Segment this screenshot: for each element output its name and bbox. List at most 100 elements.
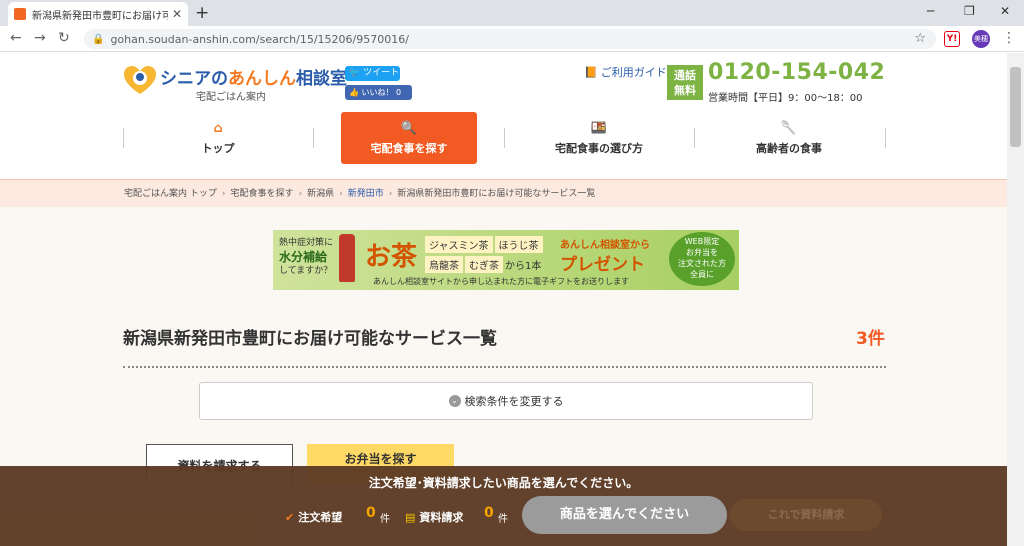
nav-item-elderly-meals[interactable]: 🥄 高齢者の食事	[694, 112, 884, 164]
tweet-label: ツイート	[363, 68, 400, 78]
check-icon: ✔	[285, 511, 295, 524]
banner-web-line2: お弁当を	[686, 248, 718, 257]
logo-heart-icon[interactable]	[124, 66, 156, 96]
browser-tab[interactable]: 新潟県新発田市豊町にお届け可能 ✕	[8, 2, 188, 26]
order-label-text: 注文希望	[298, 511, 343, 524]
spoon-icon: 🥄	[780, 120, 798, 136]
banner-tag: 烏龍茶	[425, 256, 463, 273]
order-unit: 件	[380, 514, 390, 525]
guide-link[interactable]: 📙 ご利用ガイド	[584, 64, 667, 80]
banner-left-line1: 熱中症対策に	[279, 238, 334, 248]
logo-text-soudanshitsu: 相談室	[296, 69, 347, 89]
site-logo[interactable]: シニアのあんしん相談室	[160, 64, 347, 89]
search-icon: 🔍	[400, 120, 418, 136]
address-bar[interactable]: 🔒 gohan.soudan-anshin.com/search/15/1520…	[84, 29, 936, 49]
tea-present-banner[interactable]: 熱中症対策に 水分補給 してますか？ お茶 ジャスミン茶 ほうじ茶 烏龍茶 むぎ茶か…	[273, 230, 739, 290]
page-title: 新潟県新発田市豊町にお届け可能なサービス一覧	[123, 329, 497, 349]
free-badge-line1: 通話	[674, 69, 696, 82]
banner-tea-tags: ジャスミン茶 ほうじ茶 烏龍茶 むぎ茶 から1本	[425, 236, 545, 276]
yahoo-extension-icon[interactable]: Y!	[944, 31, 960, 47]
banner-web-line1: WEB限定	[684, 237, 720, 246]
breadcrumb-chevron-icon: ›	[221, 189, 226, 199]
nav-item-top[interactable]: ⌂ トップ	[123, 112, 313, 164]
banner-web-line3: 注文された方	[678, 259, 726, 268]
phone-number[interactable]: 0120-154-042	[708, 60, 885, 85]
main-nav: ⌂ トップ 🔍 宅配食事を探す 🍱 宅配食事の選び方 🥄 高齢者の食事	[123, 112, 886, 164]
nav-item-search[interactable]: 🔍 宅配食事を探す	[341, 112, 477, 164]
document-icon: ▤	[405, 511, 416, 524]
browser-toolbar: ← → ↻ 🔒 gohan.soudan-anshin.com/search/1…	[0, 26, 1024, 52]
like-button[interactable]: 👍 いいね！ 0	[345, 85, 412, 100]
bookmark-star-icon[interactable]: ☆	[914, 31, 926, 46]
request-docs-ghost-button: これで資料請求	[730, 499, 882, 531]
reload-icon[interactable]: ↻	[58, 30, 70, 46]
back-icon[interactable]: ←	[10, 30, 22, 46]
tab-title: 新潟県新発田市豊町にお届け可能	[32, 10, 168, 22]
home-icon: ⌂	[213, 120, 223, 136]
close-tab-icon[interactable]: ✕	[172, 7, 182, 21]
guide-label: ご利用ガイド	[600, 66, 667, 79]
scrollbar-thumb[interactable]	[1010, 67, 1021, 147]
page-scrollbar[interactable]	[1007, 53, 1024, 546]
breadcrumb: 宅配ごはん案内 トップ › 宅配食事を探す › 新潟県 › 新発田市 › 新潟県新発田市豊町にお…	[124, 186, 595, 199]
breadcrumb-item[interactable]: 新発田市	[348, 189, 384, 199]
banner-ocha: お茶	[365, 242, 418, 272]
lock-icon: 🔒	[92, 33, 105, 45]
tea-bottle-icon	[339, 234, 355, 282]
banner-note: あんしん相談室サイトから申し込まれた方に電子ギフトをお送りします	[373, 277, 629, 286]
chevron-down-icon: ⌄	[448, 395, 461, 407]
change-search-button[interactable]: ⌄ 検索条件を変更する	[199, 382, 813, 420]
book-icon: 📙	[584, 66, 598, 79]
breadcrumb-chevron-icon: ›	[388, 189, 393, 199]
window-close-icon[interactable]: ✕	[1000, 4, 1010, 18]
logo-text-senior: シニアの	[160, 69, 228, 89]
restore-icon[interactable]: ❐	[964, 4, 975, 18]
browser-menu-icon[interactable]: ⋮	[1002, 30, 1016, 46]
breadcrumb-current: 新潟県新発田市豊町にお届け可能なサービス一覧	[397, 189, 596, 199]
breadcrumb-item[interactable]: 新潟県	[307, 189, 334, 199]
banner-left-text: 熱中症対策に 水分補給 してますか？	[279, 236, 333, 278]
new-tab-button[interactable]: +	[195, 3, 209, 23]
tweet-button[interactable]: 🐦 ツイート	[345, 66, 400, 81]
doc-label: ▤ 資料請求	[405, 509, 463, 525]
change-search-label: 検索条件を変更する	[464, 395, 564, 408]
banner-present: プレゼント	[560, 255, 645, 275]
nav-separator	[885, 128, 886, 148]
banner-tag-from: から1本	[505, 261, 542, 272]
minimize-icon[interactable]: ─	[927, 4, 934, 18]
favicon-icon	[14, 8, 26, 20]
nav-label: トップ	[201, 141, 235, 155]
nav-label: 高齢者の食事	[756, 141, 822, 155]
business-hours: 営業時間【平日】9：00～18：00	[708, 93, 863, 104]
result-count: 3件	[856, 329, 885, 349]
breadcrumb-item[interactable]: 宅配ごはん案内 トップ	[124, 189, 217, 199]
banner-left-line3: してますか？	[279, 266, 333, 276]
nav-label: 宅配食事を探す	[370, 141, 448, 155]
nav-label: 宅配食事の選び方	[555, 141, 643, 155]
selection-message: 注文希望･資料請求したい商品を選んでください。	[368, 476, 639, 490]
order-label: ✔ 注文希望	[285, 509, 342, 525]
doc-label-text: 資料請求	[419, 511, 464, 524]
free-badge-line2: 無料	[674, 84, 696, 97]
forward-icon[interactable]: →	[34, 30, 46, 46]
banner-web-line4: 全員に	[690, 270, 714, 279]
title-divider	[123, 366, 886, 368]
breadcrumb-chevron-icon: ›	[298, 189, 303, 199]
like-label: いいね！ 0	[361, 88, 402, 97]
browser-tab-bar: 新潟県新発田市豊町にお届け可能 ✕ + ─ ❐ ✕	[0, 0, 1024, 26]
banner-tag: ほうじ茶	[494, 236, 543, 253]
banner-tag: むぎ茶	[465, 256, 503, 273]
nav-item-howto[interactable]: 🍱 宅配食事の選び方	[504, 112, 694, 164]
breadcrumb-chevron-icon: ›	[339, 189, 343, 199]
banner-left-line2: 水分補給	[279, 250, 328, 264]
free-call-badge: 通話 無料	[667, 65, 703, 100]
doc-unit: 件	[498, 514, 508, 525]
doc-count: 0	[484, 505, 494, 521]
url-text: gohan.soudan-anshin.com/search/15/15206/…	[110, 32, 409, 46]
select-products-button[interactable]: 商品を選んでください	[522, 496, 727, 534]
nav-separator	[313, 128, 314, 148]
profile-avatar[interactable]: 美穂	[972, 30, 990, 48]
breadcrumb-item[interactable]: 宅配食事を探す	[230, 189, 293, 199]
banner-web-badge: WEB限定 お弁当を 注文された方 全員に	[669, 232, 735, 286]
order-count: 0	[366, 505, 376, 521]
